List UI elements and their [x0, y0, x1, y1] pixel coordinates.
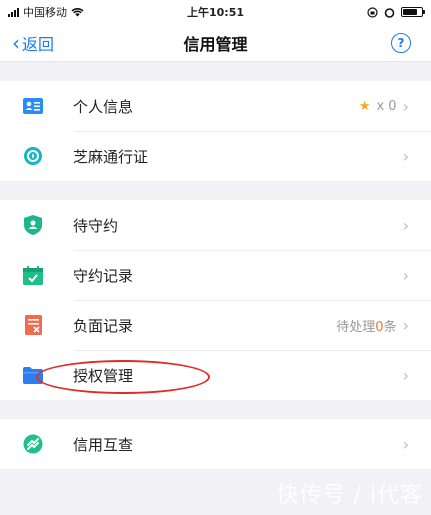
chevron-right-icon: ›	[402, 146, 409, 166]
row-right: ★ x 0 ›	[359, 97, 409, 116]
star-icon: ★	[358, 98, 371, 114]
row-right: 待处理0条 ›	[336, 316, 409, 335]
back-button[interactable]: ‹ 返回	[12, 31, 54, 55]
section-profile: 个人信息 ★ x 0 › 芝麻通行证 ›	[0, 81, 431, 181]
pending-suffix: 条	[383, 319, 397, 335]
pending-count: 0	[375, 319, 384, 335]
sesame-pass-icon	[23, 146, 43, 166]
row-label: 待守约	[73, 216, 119, 235]
row-sesame-pass[interactable]: 芝麻通行证 ›	[0, 131, 431, 181]
row-mutual-credit-check[interactable]: 信用互查 ›	[0, 419, 431, 469]
section-records: 待守约 › 守约记录 › 负面记录 待处理0条 › 授权管理 ›	[0, 200, 431, 400]
star-count: x 0	[376, 98, 397, 114]
alarm-icon	[384, 7, 395, 18]
chevron-left-icon: ‹	[12, 30, 20, 55]
negative-doc-icon	[23, 315, 43, 335]
chevron-right-icon: ›	[402, 215, 409, 235]
signal-icon	[8, 7, 19, 17]
nav-bar: ‹ 返回 信用管理 ?	[0, 24, 431, 62]
row-negative-records[interactable]: 负面记录 待处理0条 ›	[0, 300, 431, 350]
row-authorization-management[interactable]: 授权管理 ›	[0, 350, 431, 400]
row-right: ›	[403, 216, 409, 235]
carrier-label: 中国移动	[23, 6, 67, 19]
chevron-right-icon: ›	[402, 96, 409, 116]
section-gap	[0, 400, 431, 419]
row-right: ›	[403, 366, 409, 385]
row-right: ›	[403, 435, 409, 454]
section-mutual-check: 信用互查 ›	[0, 419, 431, 469]
status-time: 上午10:51	[186, 6, 245, 19]
status-left: 中国移动	[8, 4, 84, 20]
pending-prefix: 待处理	[336, 319, 376, 335]
chevron-right-icon: ›	[402, 434, 409, 454]
lock-rotation-icon	[367, 6, 378, 18]
mutual-check-icon	[23, 434, 43, 454]
row-label: 信用互查	[73, 435, 134, 454]
row-label: 守约记录	[73, 266, 134, 285]
watermark: 快传号 / i代客	[276, 483, 423, 508]
row-pending-commitments[interactable]: 待守约 ›	[0, 200, 431, 250]
row-label: 芝麻通行证	[73, 147, 149, 166]
chevron-right-icon: ›	[402, 365, 409, 385]
back-label: 返回	[22, 34, 55, 54]
row-label: 负面记录	[73, 316, 134, 335]
row-label: 授权管理	[73, 366, 134, 385]
row-commitment-records[interactable]: 守约记录 ›	[0, 250, 431, 300]
calendar-check-icon	[23, 265, 43, 285]
section-gap	[0, 181, 431, 200]
status-bar: 中国移动 上午10:51	[0, 0, 431, 24]
help-icon[interactable]: ?	[391, 32, 411, 53]
id-card-icon	[23, 96, 43, 116]
row-personal-info[interactable]: 个人信息 ★ x 0 ›	[0, 81, 431, 131]
row-label: 个人信息	[73, 97, 134, 116]
page-title: 信用管理	[183, 34, 248, 54]
row-right: ›	[403, 147, 409, 166]
wifi-icon	[71, 8, 84, 17]
chevron-right-icon: ›	[402, 315, 409, 335]
pending-status: 待处理0条	[336, 316, 396, 335]
section-gap	[0, 62, 431, 81]
shield-person-icon	[23, 215, 43, 235]
folder-icon	[23, 365, 43, 385]
battery-icon	[401, 7, 425, 17]
row-right: ›	[403, 266, 409, 285]
chevron-right-icon: ›	[402, 265, 409, 285]
status-right	[367, 6, 425, 18]
